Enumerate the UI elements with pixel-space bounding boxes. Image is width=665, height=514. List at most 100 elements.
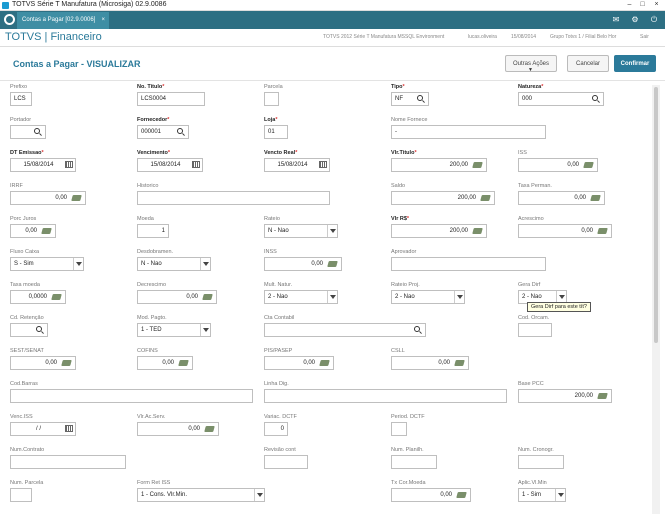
calendar-icon[interactable] — [192, 161, 200, 168]
prefixo-field[interactable]: LCS — [10, 92, 32, 106]
chevron-down-icon: ▼ — [528, 67, 533, 73]
portador-field[interactable] — [10, 125, 46, 139]
titulo-label: No. Titulo* — [137, 84, 164, 90]
nome-forn-field[interactable]: - — [391, 125, 546, 139]
search-icon[interactable] — [177, 128, 183, 134]
exit-link[interactable]: Sair — [640, 34, 649, 40]
select-divider — [454, 291, 455, 303]
historico-field[interactable] — [137, 191, 330, 205]
cofins-label: COFINS — [137, 348, 158, 354]
chevron-down-icon[interactable] — [558, 493, 564, 497]
period-dctf-field[interactable] — [391, 422, 407, 436]
power-icon[interactable]: ⏻ — [649, 15, 659, 25]
close-window-icon[interactable]: × — [651, 0, 662, 10]
fluxo-caixa-label-text: Fluxo Caixa — [10, 249, 40, 255]
titulo-label-text: No. Titulo — [137, 84, 163, 90]
tab-close-icon[interactable]: × — [101, 12, 105, 29]
form-scrollbar[interactable] — [652, 85, 660, 514]
num-contrato-field[interactable] — [10, 455, 126, 469]
moeda-field[interactable]: 1 — [137, 224, 169, 238]
mail-icon[interactable]: ✉ — [611, 15, 621, 25]
cta-contabil-label: Cta Contabil — [264, 315, 294, 321]
form-ret-iss-select[interactable]: 1 - Cons. Vlr.Min. — [137, 488, 265, 502]
cod-orcam-field[interactable] — [518, 323, 552, 337]
home-icon[interactable] — [4, 14, 15, 25]
chevron-down-icon[interactable] — [257, 493, 263, 497]
natureza-field[interactable]: 000 — [518, 92, 604, 106]
other-actions-button[interactable]: Outras Ações ▼ — [505, 55, 557, 73]
search-icon[interactable] — [417, 95, 423, 101]
calendar-icon[interactable] — [319, 161, 327, 168]
cancel-button[interactable]: Cancelar — [567, 55, 609, 72]
calendar-icon[interactable] — [65, 161, 73, 168]
chevron-down-icon[interactable] — [330, 229, 336, 233]
currency-icon — [204, 426, 215, 432]
parcela-field[interactable] — [264, 92, 279, 106]
saldo-field[interactable]: 200,00 — [391, 191, 495, 205]
num-parcela-field[interactable] — [10, 488, 32, 502]
tipo-field[interactable]: NF — [391, 92, 429, 106]
tab-bar: Contas a Pagar [02.9.0006] × ✉ ⚙ ⏻ — [0, 11, 665, 29]
tab-contas-a-pagar[interactable]: Contas a Pagar [02.9.0006] × — [17, 12, 109, 29]
num-planilh-label: Num. Planilh. — [391, 447, 424, 453]
rateio-proj-label-text: Rateio Proj. — [391, 282, 420, 288]
gear-icon[interactable]: ⚙ — [630, 15, 640, 25]
scrollbar-thumb[interactable] — [654, 87, 658, 343]
minimize-icon[interactable]: – — [624, 0, 635, 10]
chevron-down-icon[interactable] — [203, 262, 209, 266]
chevron-down-icon[interactable] — [203, 328, 209, 332]
titulo-field[interactable]: LCS0004 — [137, 92, 205, 106]
chevron-down-icon[interactable] — [559, 295, 565, 299]
acrescimo-label-text: Acrescimo — [518, 216, 544, 222]
num-planilh-field[interactable] — [391, 455, 437, 469]
cd-retencao-label-text: Cd. Retenção — [10, 315, 44, 321]
parcela-label: Parcela — [264, 84, 283, 90]
search-icon[interactable] — [34, 128, 40, 134]
cd-retencao-field[interactable] — [10, 323, 48, 337]
num-cronogr-label: Num. Cronogr. — [518, 447, 554, 453]
num-cronogr-field[interactable] — [518, 455, 564, 469]
cta-contabil-field[interactable] — [264, 323, 426, 337]
currency-icon — [327, 261, 338, 267]
aplic-vl-min-label-text: Aplic.Vl.Min — [518, 480, 547, 486]
cod-barras-field[interactable] — [10, 389, 253, 403]
loja-label-text: Loja — [264, 117, 276, 123]
vencimento-label-text: Vencimento — [137, 150, 168, 156]
revisao-cont-field[interactable] — [264, 455, 308, 469]
currency-icon — [319, 360, 330, 366]
variac-dctf-label-text: Variac. DCTF — [264, 414, 297, 420]
rateio-label: Rateio — [264, 216, 280, 222]
variac-dctf-field[interactable]: 0 — [264, 422, 288, 436]
pis-pasep-label: PIS/PASEP — [264, 348, 292, 354]
chevron-down-icon[interactable] — [330, 295, 336, 299]
portador-label: Portador — [10, 117, 31, 123]
linha-dig-field[interactable] — [264, 389, 507, 403]
cod-barras-label: Cod.Barras — [10, 381, 38, 387]
search-icon[interactable] — [36, 326, 42, 332]
branch-label: Grupo Totvs 1 / Filial Belo Hor — [550, 34, 617, 40]
required-marker: * — [541, 84, 544, 90]
aprovador-field[interactable] — [391, 257, 546, 271]
confirm-button[interactable]: Confirmar — [614, 55, 656, 72]
num-contrato-label-text: Num.Contrato — [10, 447, 45, 453]
rateio-proj-label: Rateio Proj. — [391, 282, 420, 288]
search-icon[interactable] — [414, 326, 420, 332]
saldo-label-text: Saldo — [391, 183, 406, 189]
required-marker: * — [414, 150, 417, 156]
iss-label: ISS — [518, 150, 527, 156]
vencimento-label: Vencimento* — [137, 150, 170, 156]
calendar-icon[interactable] — [65, 425, 73, 432]
tx-cor-moeda-label-text: Tx Cor.Moeda — [391, 480, 426, 486]
chevron-down-icon[interactable] — [457, 295, 463, 299]
vlr-ac-serv-label: Vlr.Ac.Serv. — [137, 414, 165, 420]
prefixo-label: Prefixo — [10, 84, 27, 90]
search-icon[interactable] — [592, 95, 598, 101]
currency-icon — [202, 294, 213, 300]
historico-label: Historico — [137, 183, 158, 189]
dt-emissao-label-text: DT Emissao — [10, 150, 42, 156]
currency-icon — [51, 294, 62, 300]
tipo-label-text: Tipo — [391, 84, 403, 90]
maximize-icon[interactable]: □ — [637, 0, 648, 10]
loja-field[interactable]: 01 — [264, 125, 288, 139]
chevron-down-icon[interactable] — [76, 262, 82, 266]
